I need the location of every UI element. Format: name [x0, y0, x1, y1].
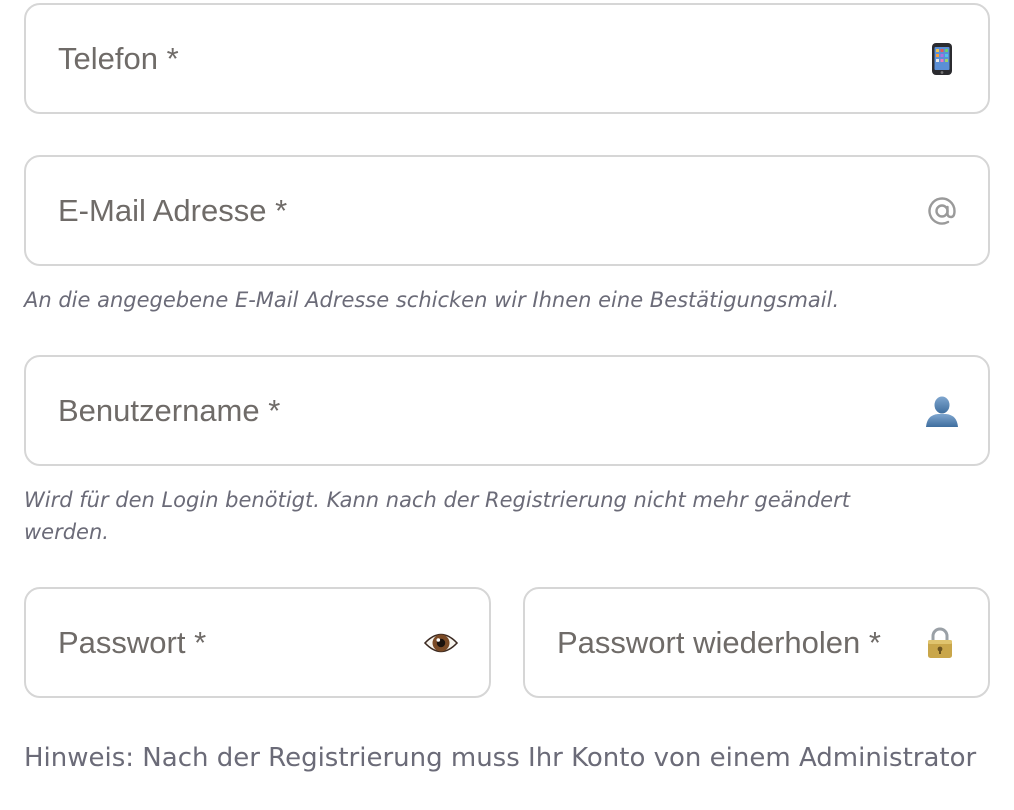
phone-field: [24, 3, 990, 114]
password-field: [24, 587, 491, 698]
password-input[interactable]: [58, 589, 417, 696]
lock-icon: [922, 625, 958, 661]
username-input[interactable]: [58, 357, 916, 464]
email-input[interactable]: [58, 157, 916, 264]
email-field: [24, 155, 990, 266]
email-help-text: An die angegebene E-Mail Adresse schicke…: [24, 288, 840, 312]
phone-input[interactable]: [58, 5, 916, 112]
username-help-text: Wird für den Login benötigt. Kann nach d…: [24, 488, 850, 544]
at-sign-icon: [924, 193, 960, 229]
password-repeat-field: [523, 587, 990, 698]
password-repeat-input[interactable]: [557, 589, 898, 696]
eye-icon[interactable]: [423, 625, 459, 661]
registration-note: Hinweis: Nach der Registrierung muss Ihr…: [24, 743, 977, 773]
username-field: [24, 355, 990, 466]
mobile-phone-icon: [924, 41, 960, 77]
user-icon: [924, 393, 960, 429]
